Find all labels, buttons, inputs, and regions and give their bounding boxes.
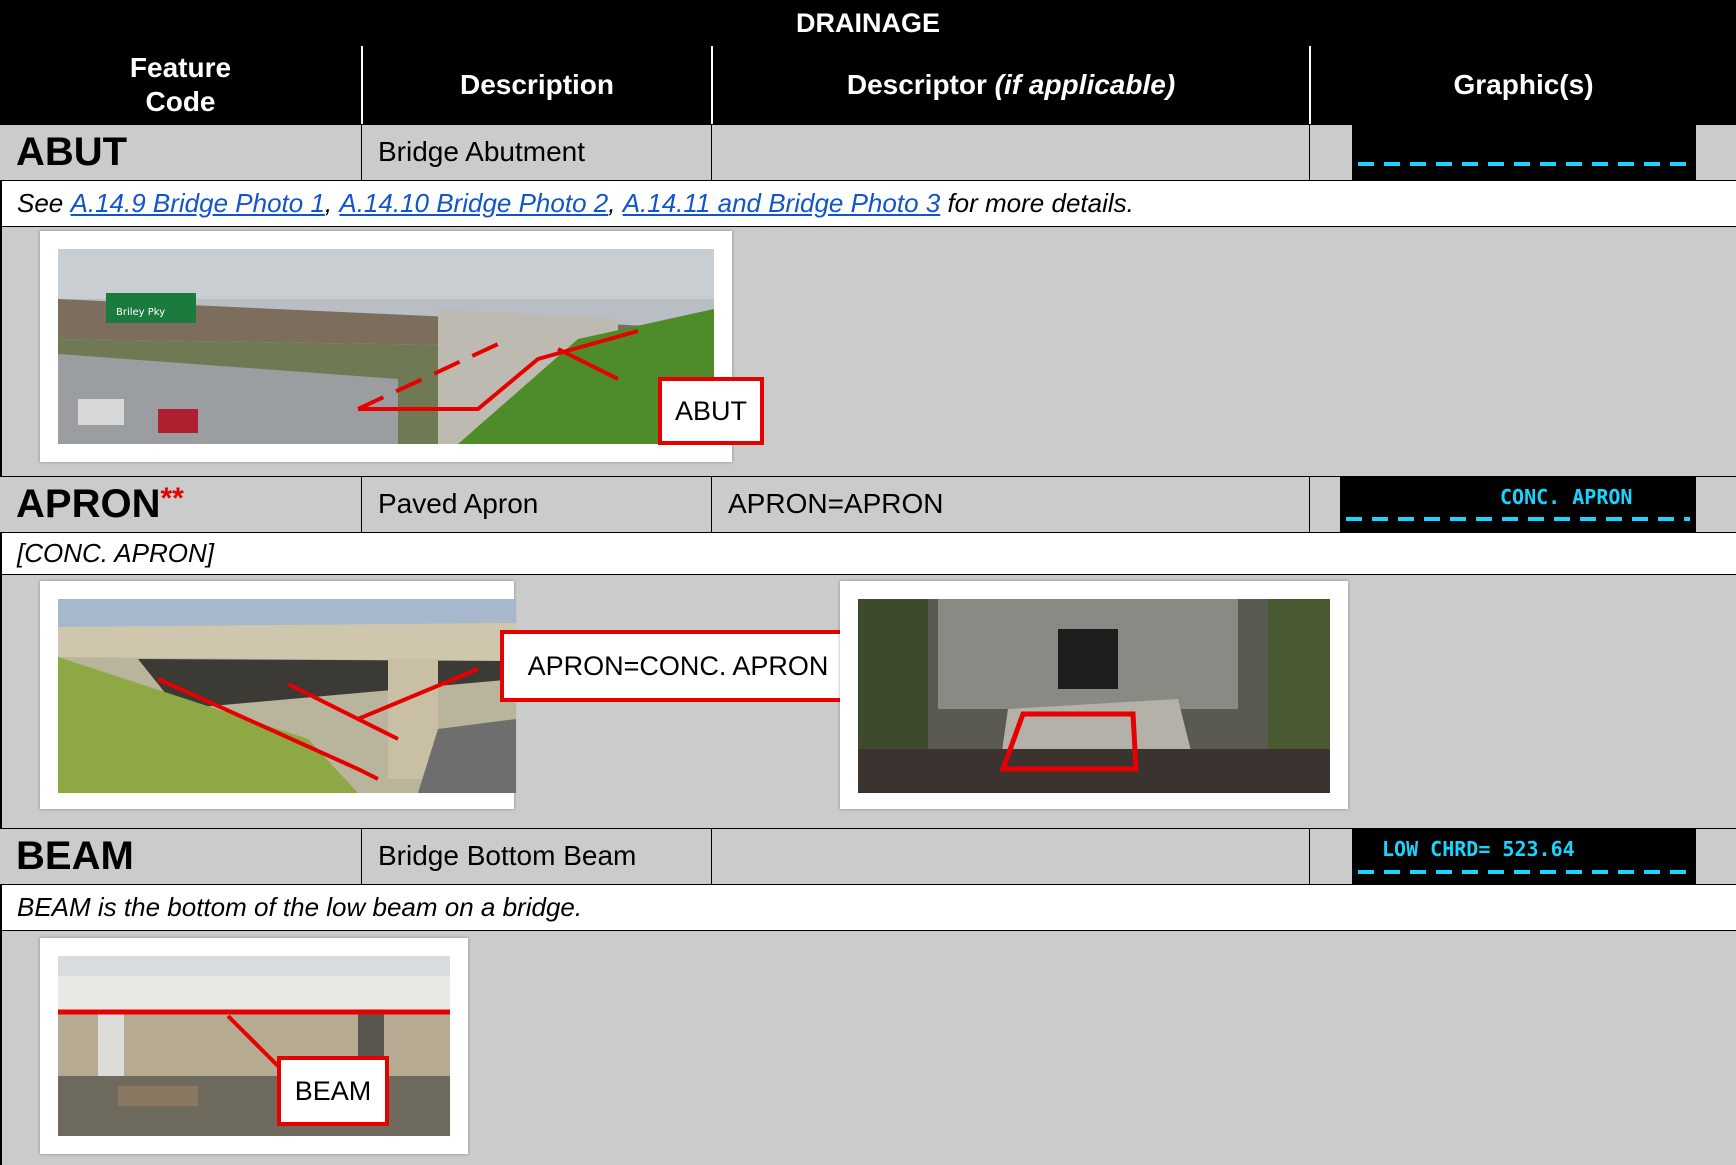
beam-graphic: LOW CHRD= 523.64 [1352,828,1696,884]
beam-bridge-image [58,956,450,1136]
column-header-descriptor-note: (if applicable) [994,69,1176,100]
column-header-descriptor: Descriptor (if applicable) [711,46,1309,124]
beam-description: Bridge Bottom Beam [361,828,711,884]
abut-photo: Briley Pky [40,231,732,462]
apron-code-marker: ** [160,482,184,515]
apron-bridge-image [58,599,516,793]
abut-callout: ABUT [658,377,764,445]
abut-note-suffix: for more details. [940,188,1134,218]
beam-descriptor [711,828,1309,884]
abut-feature-code: ABUT [16,129,128,174]
dashed-line-icon: CONC. APRON [1346,485,1690,521]
apron-culvert-image [858,599,1330,793]
apron-graphic-label: CONC. APRON [1500,485,1632,509]
apron-photo-culvert [840,581,1348,809]
abut-note: See A.14.9 Bridge Photo 1 , A.14.10 Brid… [2,180,1736,226]
abut-note-sep1: , [324,188,340,218]
column-header-graphics-label: Graphic(s) [1453,69,1594,100]
abut-note-sep2: , [608,188,623,218]
abut-description: Bridge Abutment [361,124,711,180]
abut-bridge-image: Briley Pky [58,249,714,444]
link-bridge-photo-3[interactable]: A.14.11 and Bridge Photo 3 [623,188,941,219]
link-bridge-photo-2[interactable]: A.14.10 Bridge Photo 2 [339,188,608,219]
column-header-feature-code: Feature Code [0,46,361,124]
beam-photo [40,938,468,1154]
dashed-line-icon: LOW CHRD= 523.64 [1358,837,1690,874]
column-header-descriptor-label: Descriptor [846,69,987,100]
apron-feature-code: APRON ** [0,476,361,532]
sign-text: Briley Pky [116,307,165,318]
link-bridge-photo-1[interactable]: A.14.9 Bridge Photo 1 [71,188,325,219]
beam-callout: BEAM [277,1056,389,1126]
apron-note: [CONC. APRON] [2,532,1736,574]
beam-graphic-label: LOW CHRD= 523.64 [1382,837,1575,861]
column-header-feature-code-label: Feature Code [129,52,232,117]
dashed-line-icon [1358,162,1690,166]
abut-descriptor [711,124,1309,180]
beam-feature-code: BEAM [16,833,134,878]
apron-callout: APRON=CONC. APRON [500,630,856,702]
apron-code-label: APRON [16,481,161,526]
table-title: DRAINAGE [0,0,1736,46]
abut-note-prefix: See [17,188,71,218]
apron-photo-bridge [40,581,516,809]
column-header-graphics: Graphic(s) [1309,46,1736,124]
beam-note: BEAM is the bottom of the low beam on a … [2,884,1736,930]
apron-description: Paved Apron [361,476,711,532]
apron-descriptor: APRON=APRON [711,476,1309,532]
abut-graphic [1352,124,1696,180]
apron-graphic: CONC. APRON [1340,476,1696,532]
column-header-description: Description [361,46,711,124]
column-header-description-label: Description [459,69,615,100]
